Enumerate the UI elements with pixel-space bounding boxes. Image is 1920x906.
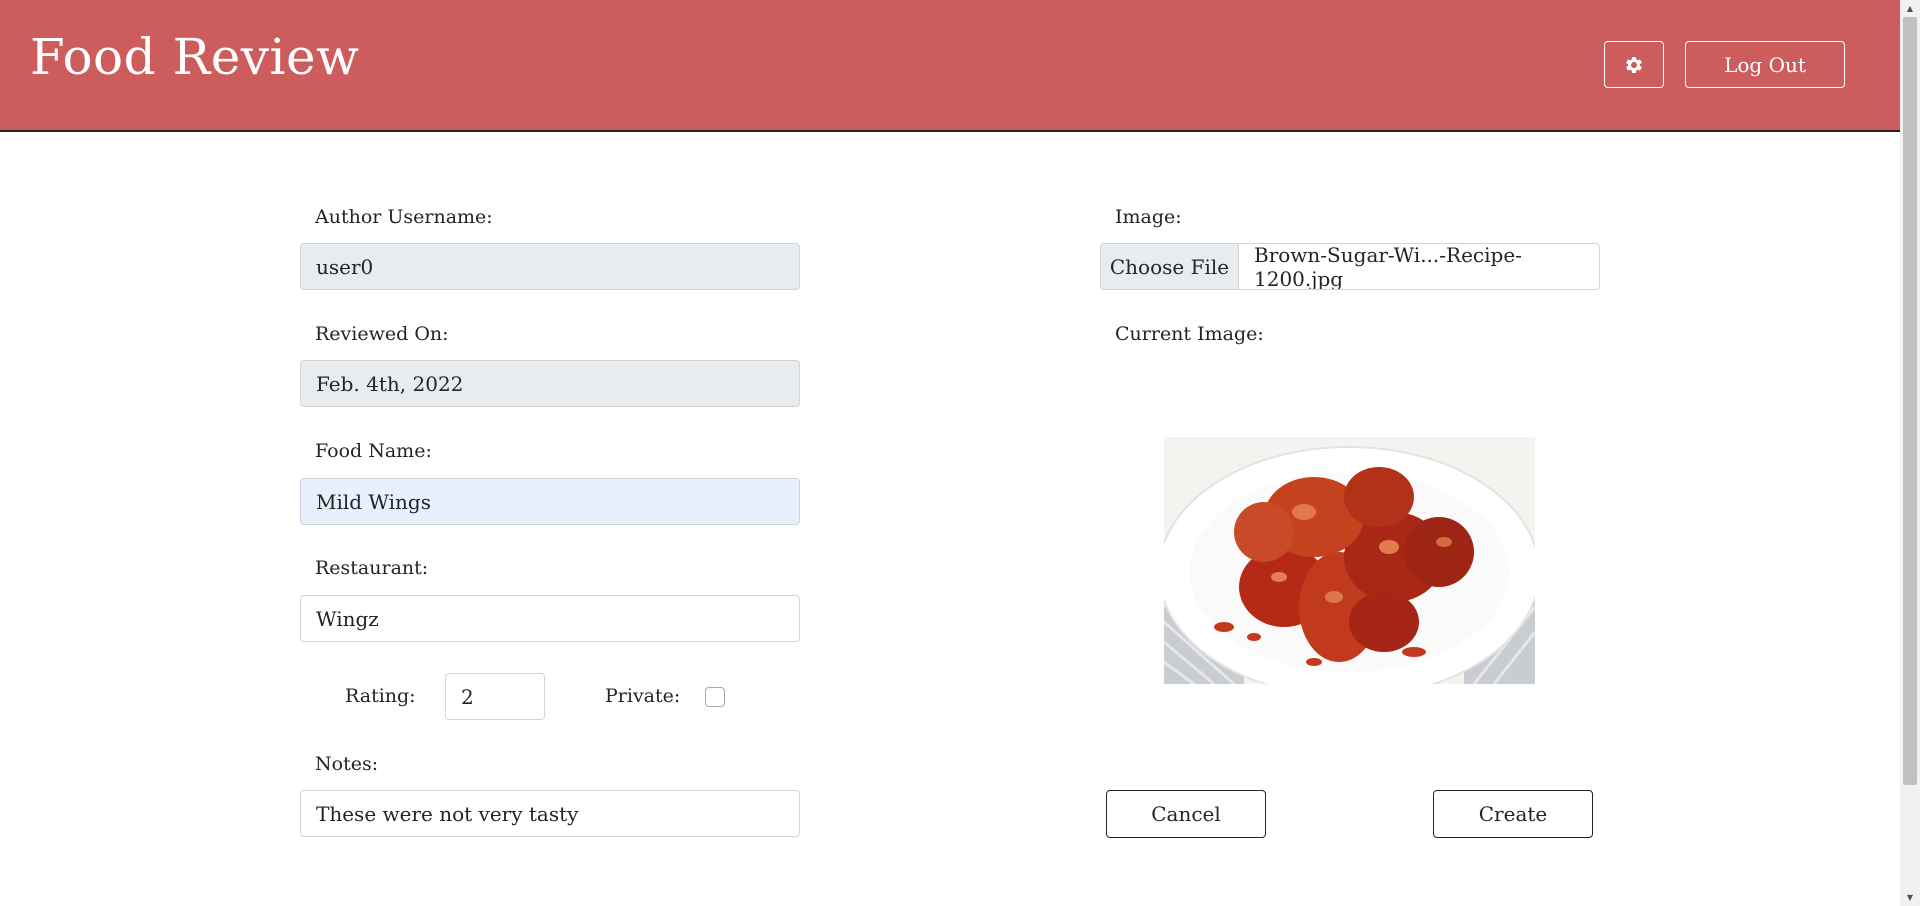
settings-button[interactable] bbox=[1604, 41, 1664, 88]
private-label: Private: bbox=[605, 685, 681, 707]
image-file-input[interactable]: Choose File Brown-Sugar-Wi...-Recipe-120… bbox=[1100, 243, 1600, 290]
logout-button[interactable]: Log Out bbox=[1685, 41, 1845, 88]
restaurant-label: Restaurant: bbox=[315, 557, 429, 579]
scroll-down-arrow-icon[interactable]: ▼ bbox=[1900, 889, 1920, 906]
vertical-scrollbar[interactable]: ▲ ▼ bbox=[1900, 0, 1920, 906]
scroll-up-arrow-icon[interactable]: ▲ bbox=[1900, 0, 1920, 17]
app-title[interactable]: Food Review bbox=[30, 28, 359, 86]
current-image-label: Current Image: bbox=[1115, 323, 1264, 345]
wings-photo bbox=[1164, 437, 1535, 684]
rating-input[interactable]: 2 bbox=[445, 673, 545, 720]
current-food-image bbox=[1164, 437, 1535, 684]
cancel-button[interactable]: Cancel bbox=[1106, 790, 1266, 838]
food-name-label: Food Name: bbox=[315, 440, 432, 462]
choose-file-button[interactable]: Choose File bbox=[1101, 244, 1239, 289]
image-label: Image: bbox=[1115, 206, 1182, 228]
file-name: Brown-Sugar-Wi...-Recipe-1200.jpg bbox=[1254, 243, 1522, 290]
reviewed-on-label: Reviewed On: bbox=[315, 323, 449, 345]
rating-label: Rating: bbox=[345, 685, 416, 707]
gear-icon bbox=[1626, 56, 1642, 73]
author-username-label: Author Username: bbox=[315, 206, 493, 228]
notes-input[interactable]: These were not very tasty bbox=[300, 790, 800, 837]
author-username-field[interactable]: user0 bbox=[300, 243, 800, 290]
notes-label: Notes: bbox=[315, 753, 379, 775]
app-header: Food Review Log Out bbox=[0, 0, 1900, 132]
food-name-input[interactable]: Mild Wings bbox=[300, 478, 800, 525]
scrollbar-thumb[interactable] bbox=[1903, 17, 1917, 785]
create-button[interactable]: Create bbox=[1433, 790, 1593, 838]
private-checkbox[interactable] bbox=[705, 687, 725, 707]
reviewed-on-field[interactable]: Feb. 4th, 2022 bbox=[300, 360, 800, 407]
restaurant-input[interactable]: Wingz bbox=[300, 595, 800, 642]
